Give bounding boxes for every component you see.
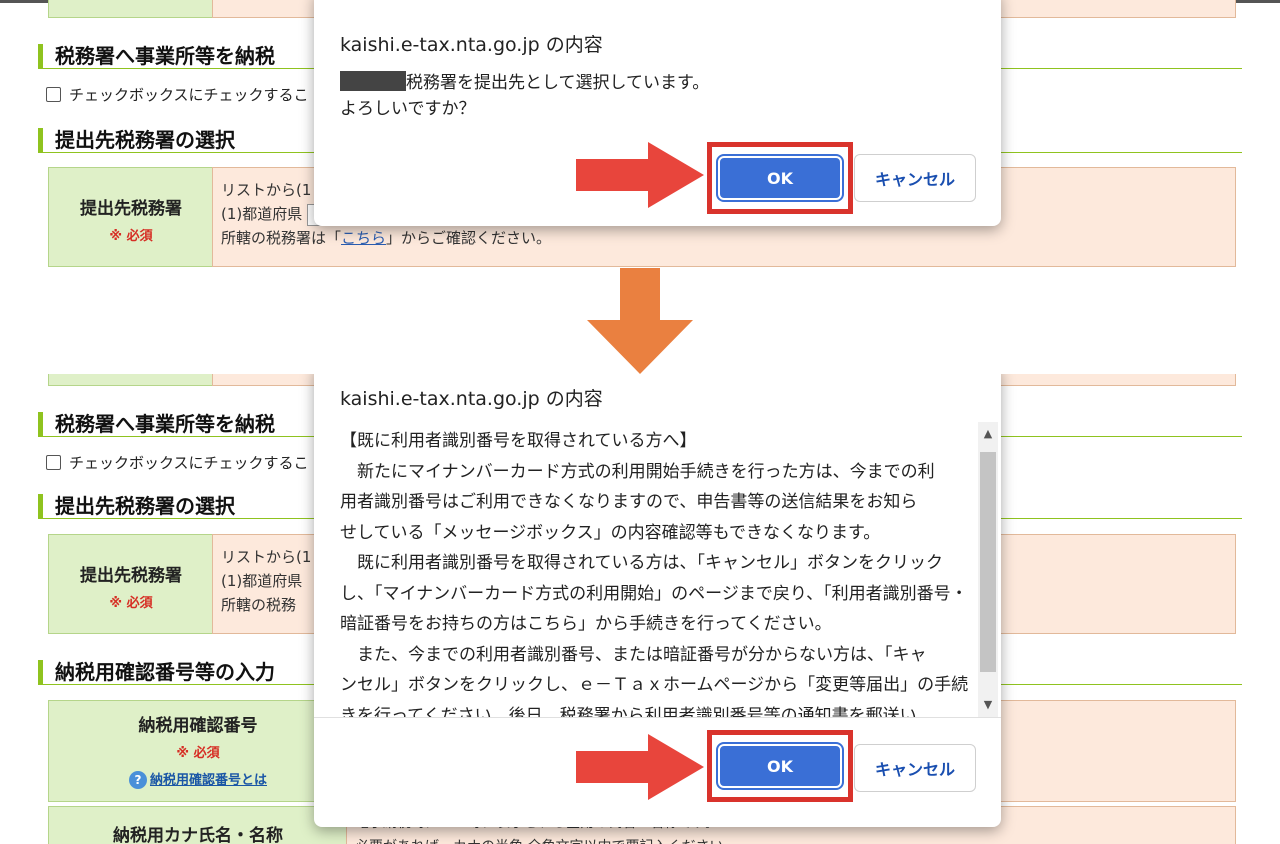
- required-mark: ※ 必須: [176, 746, 220, 761]
- business-checkbox[interactable]: [46, 87, 61, 102]
- dialog-notice-line: 新たにマイナンバーカード方式の利用開始手続きを行った方は、今までの利: [340, 461, 935, 482]
- section-business-title: 税務署へ事業所等を納税: [38, 44, 275, 68]
- redacted-office-name: [340, 71, 406, 91]
- dialog-notice-line: せしている「メッセージボックス」の内容確認等もできなくなります。: [340, 522, 881, 543]
- dialog-message-line2: よろしいですか？: [340, 99, 476, 119]
- previous-row-header: [48, 0, 214, 18]
- dialog-notice-line: 【既に利用者識別番号を取得されている方へ】: [340, 431, 697, 451]
- checkbox-label: チェックボックスにチェックするこ: [69, 86, 309, 104]
- dialog-scroll-area[interactable]: 【既に利用者識別番号を取得されている方へ】 新たにマイナンバーカード方式の利用開…: [314, 422, 1001, 717]
- dialog-message-line1: 税務署を提出先として選択しています。: [406, 73, 710, 93]
- ok-button[interactable]: OK: [718, 744, 842, 788]
- required-mark: ※ 必須: [109, 596, 153, 611]
- dialog-notice-line: 用者識別番号はご利用できなくなりますので、申告書等の送信結果をお知ら: [340, 492, 918, 512]
- section-business-title: 税務署へ事業所等を納税: [38, 412, 275, 436]
- kana-label-cell: 納税用カナ氏名・名称: [48, 806, 348, 844]
- office-label-cell: 提出先税務署 ※ 必須: [48, 534, 214, 634]
- dialog-notice-text: 【既に利用者識別番号を取得されている方へ】 新たにマイナンバーカード方式の利用開…: [340, 426, 980, 717]
- dialog-footer: OK キャンセル: [314, 717, 1001, 817]
- dialog-notice-line: また、今までの利用者識別番号、または暗証番号が分からない方は、「キャ: [340, 644, 927, 665]
- cancel-button[interactable]: キャンセル: [854, 744, 976, 792]
- office-label: 提出先税務署: [80, 566, 182, 586]
- required-mark: ※ 必須: [109, 229, 153, 244]
- section-tax-title: 納税用確認番号等の入力: [38, 660, 275, 684]
- scroll-up-icon[interactable]: ▲: [978, 424, 998, 444]
- checkbox-label: チェックボックスにチェックするこ: [69, 454, 309, 472]
- confirm-dialog-notice: kaishi.e-tax.nta.go.jp の内容 【既に利用者識別番号を取得…: [314, 374, 1001, 827]
- dialog-scrollbar[interactable]: ▲ ▼: [978, 422, 998, 717]
- tax-number-help-link[interactable]: ? 納税用確認番号とは: [49, 769, 347, 789]
- confirm-dialog-office: kaishi.e-tax.nta.go.jp の内容 税務署を提出先として選択し…: [314, 0, 1001, 226]
- cancel-button[interactable]: キャンセル: [854, 154, 976, 202]
- dialog-notice-line: ンセル」ボタンをクリックし、ｅ－Ｔａｘホームページから「変更等届出」の手続: [340, 675, 969, 695]
- tax-number-label: 納税用確認番号: [138, 716, 258, 736]
- kana-note-line2: 必要があれば、カナの半角 全角文字以内で要記入ください: [347, 835, 1235, 844]
- previous-row-header: [48, 374, 214, 386]
- dialog-notice-line: 既に利用者識別番号を取得されている方は、「キャンセル」ボタンをクリック: [340, 553, 943, 573]
- office-lookup-link[interactable]: こちら: [341, 229, 386, 247]
- scrollbar-thumb[interactable]: [980, 452, 996, 672]
- business-checkbox-row[interactable]: チェックボックスにチェックするこ: [46, 452, 309, 473]
- office-line3-prefix: 所轄の税務署は「: [221, 229, 342, 247]
- dialog-notice-line: 暗証番号をお持ちの方はこちら」から手続きを行ってください。: [340, 614, 832, 634]
- business-checkbox[interactable]: [46, 455, 61, 470]
- tax-number-label-cell: 納税用確認番号 ※ 必須 ? 納税用確認番号とは: [48, 700, 348, 802]
- help-icon: ?: [128, 771, 147, 789]
- office-line2-text: (1)都道府県: [221, 205, 303, 223]
- office-line3-suffix: 」からご確認ください。: [386, 229, 552, 247]
- section-office-title: 提出先税務署の選択: [38, 128, 235, 152]
- dialog-title: kaishi.e-tax.nta.go.jp の内容: [340, 388, 603, 410]
- office-label-cell: 提出先税務署 ※ 必須: [48, 167, 214, 267]
- office-instruction-line3: 所轄の税務署は「こちら」からご確認ください。: [213, 226, 1235, 250]
- section-office-title: 提出先税務署の選択: [38, 494, 235, 518]
- kana-label: 納税用カナ氏名・名称: [113, 826, 283, 844]
- dialog-notice-line: し、「マイナンバーカード方式の利用開始」のページまで戻り、「利用者識別番号・: [340, 583, 968, 604]
- screenshot-top-panel: 税務署へ事業所等を納税 チェックボックスにチェックするこ 提出先税務署の選択 提…: [0, 0, 1280, 292]
- office-label: 提出先税務署: [80, 199, 182, 219]
- ok-button[interactable]: OK: [718, 156, 842, 200]
- right-arrow-indicator: [576, 142, 704, 208]
- dialog-title: kaishi.e-tax.nta.go.jp の内容: [340, 34, 603, 56]
- right-arrow-indicator: [576, 734, 704, 800]
- help-link-text: 納税用確認番号とは: [149, 773, 267, 788]
- business-checkbox-row[interactable]: チェックボックスにチェックするこ: [46, 84, 309, 105]
- down-arrow-indicator: [587, 268, 693, 374]
- dialog-message: 税務署を提出先として選択しています。 よろしいですか？: [340, 70, 709, 122]
- dialog-notice-line: きを行ってください。後日、税務署から利用者識別番号等の通知書を郵送い: [340, 705, 917, 718]
- screenshot-bottom-panel: 税務署へ事業所等を納税 チェックボックスにチェックするこ 提出先税務署の選択 提…: [0, 374, 1280, 844]
- scroll-down-icon[interactable]: ▼: [978, 695, 998, 715]
